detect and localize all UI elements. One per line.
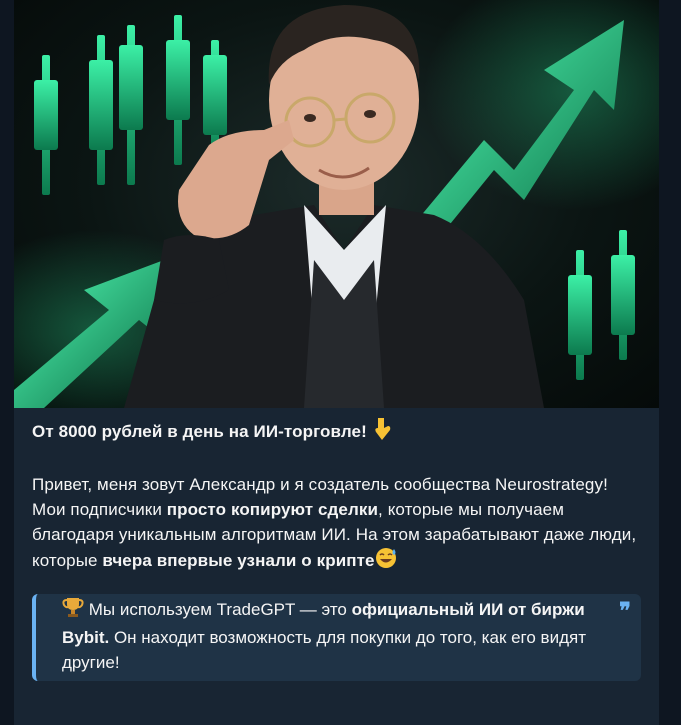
trophy-icon — [62, 596, 84, 625]
quote-text-2: Он находит возможность для покупки до то… — [62, 628, 586, 672]
post-caption: От 8000 рублей в день на ИИ-торговле! Пр… — [14, 418, 659, 576]
post-photo[interactable] — [14, 0, 659, 408]
intro-paragraph: Привет, меня зовут Александр и я создате… — [32, 472, 641, 576]
intro-bold-2: вчера впервые узнали о крипте — [102, 551, 375, 570]
quote-text-1: Мы используем TradeGPT — это — [84, 600, 352, 619]
title-text: От 8000 рублей в день на ИИ-торговле! — [32, 422, 367, 441]
post-title: От 8000 рублей в день на ИИ-торговле! — [32, 418, 641, 447]
quote-mark-icon: ❞ — [619, 598, 631, 624]
intro-bold-1: просто копируют сделки — [166, 500, 379, 519]
photo-illustration — [14, 0, 659, 408]
blockquote: ❞ Мы используем TradeGPT — это официальн… — [32, 594, 641, 681]
message-bubble: От 8000 рублей в день на ИИ-торговле! Пр… — [14, 0, 659, 725]
pointing-down-icon — [372, 418, 392, 447]
sweat-smile-icon — [375, 547, 397, 576]
